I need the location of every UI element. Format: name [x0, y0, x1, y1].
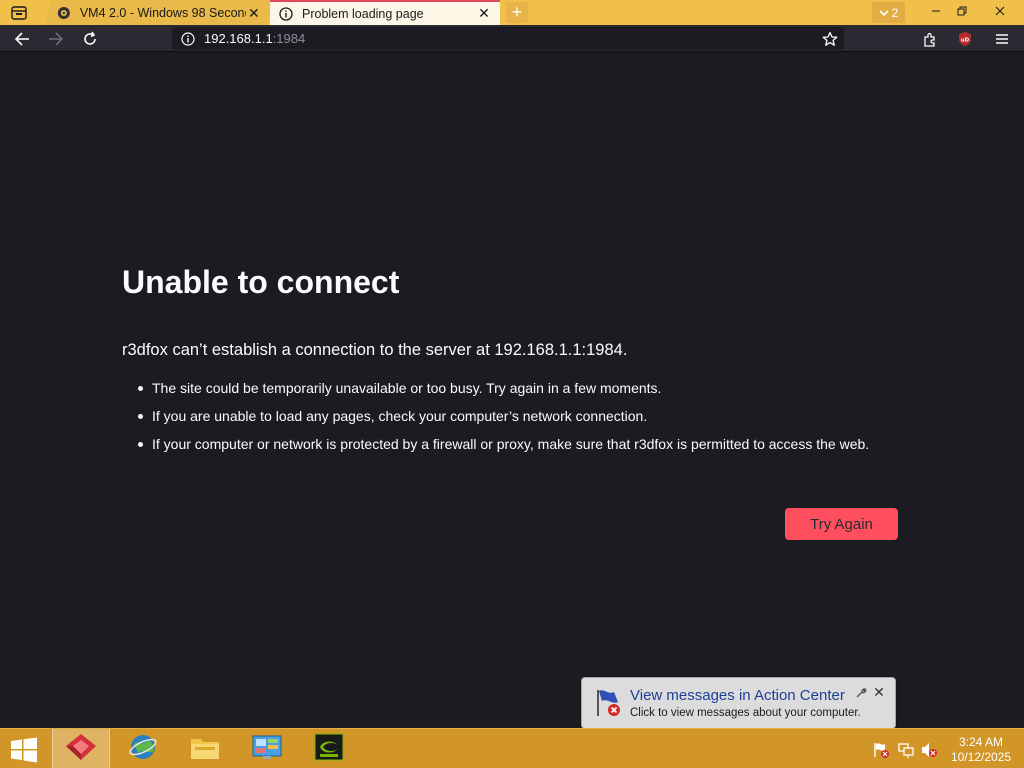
clock-date: 10/12/2025	[950, 750, 1012, 764]
error-description: r3dfox can’t establish a connection to t…	[122, 341, 628, 359]
forward-button[interactable]	[44, 28, 68, 50]
system-clock[interactable]: 3:24 AM 10/12/2025	[947, 735, 1015, 765]
menu-hamburger-icon[interactable]	[990, 28, 1014, 50]
network-tray-icon[interactable]	[897, 741, 915, 759]
tab-strip: VM4 2.0 - Windows 98 Second E ✕ Problem …	[0, 0, 1024, 25]
url-text: 192.168.1.1:1984	[204, 31, 305, 46]
taskbar-app-r3dfox[interactable]	[52, 729, 110, 768]
notification-close-icon[interactable]: ✕	[872, 684, 886, 700]
back-button[interactable]	[10, 28, 34, 50]
try-again-button[interactable]: Try Again	[785, 508, 898, 540]
site-info-icon[interactable]	[178, 29, 198, 49]
bookmark-star-icon[interactable]	[820, 29, 840, 49]
tab-count: 2	[891, 5, 899, 20]
action-center-flag-icon	[592, 686, 624, 718]
notification-title: View messages in Action Center	[630, 687, 845, 704]
info-icon	[278, 6, 294, 22]
svg-text:uD: uD	[961, 38, 970, 44]
reload-button[interactable]	[78, 28, 102, 50]
file-explorer-icon	[189, 733, 221, 766]
extensions-button[interactable]	[918, 28, 942, 50]
list-all-tabs-icon[interactable]	[8, 3, 30, 22]
wrench-icon[interactable]	[854, 686, 868, 700]
restore-button[interactable]	[945, 0, 979, 22]
tab-problem-loading[interactable]: Problem loading page ✕	[270, 0, 500, 25]
plus-icon: +	[511, 2, 523, 22]
nvidia-icon	[314, 733, 344, 766]
tab-title: Problem loading page	[302, 6, 424, 21]
clock-time: 3:24 AM	[958, 735, 1004, 749]
notification-text: Click to view messages about your comput…	[630, 707, 861, 719]
url-host: 192.168.1.1	[204, 31, 273, 46]
error-suggestions-list: The site could be temporarily unavailabl…	[138, 378, 898, 462]
taskbar-app-nvidia[interactable]	[300, 729, 358, 768]
chevron-down-icon	[879, 6, 889, 20]
control-panel-icon	[251, 733, 283, 766]
tab-close-icon[interactable]: ✕	[246, 4, 262, 21]
taskbar: 3:24 AM 10/12/2025	[0, 728, 1024, 768]
list-item: If your computer or network is protected…	[138, 434, 898, 454]
list-item: If you are unable to load any pages, che…	[138, 406, 898, 426]
tab-close-icon[interactable]: ✕	[476, 5, 492, 22]
error-page: Unable to connect r3dfox can’t establish…	[0, 52, 1024, 728]
action-center-tray-icon[interactable]	[872, 741, 890, 759]
tab-count-button[interactable]: 2	[872, 2, 905, 23]
close-window-button[interactable]	[983, 0, 1017, 22]
taskbar-app-control-panel[interactable]	[238, 729, 296, 768]
browser-globe-icon	[128, 732, 158, 767]
taskbar-app-file-explorer[interactable]	[176, 729, 234, 768]
taskbar-app-browser[interactable]	[114, 729, 172, 768]
url-port: :1984	[272, 31, 306, 46]
r3dfox-icon	[64, 732, 98, 767]
ublock-origin-icon[interactable]: uD	[953, 28, 977, 50]
new-tab-button[interactable]: +	[506, 2, 528, 23]
action-center-notification[interactable]: View messages in Action Center Click to …	[581, 677, 896, 729]
tab-vm4[interactable]: VM4 2.0 - Windows 98 Second E ✕	[43, 0, 275, 25]
volume-muted-tray-icon[interactable]	[920, 741, 938, 759]
navigation-toolbar: 192.168.1.1:1984 uD	[0, 25, 1024, 52]
windows-start-icon[interactable]	[8, 736, 40, 764]
list-item: The site could be temporarily unavailabl…	[138, 378, 898, 398]
error-title: Unable to connect	[122, 264, 400, 300]
tab-title: VM4 2.0 - Windows 98 Second E	[80, 5, 246, 20]
vm-icon	[56, 5, 72, 21]
url-bar[interactable]: 192.168.1.1:1984	[172, 27, 844, 50]
